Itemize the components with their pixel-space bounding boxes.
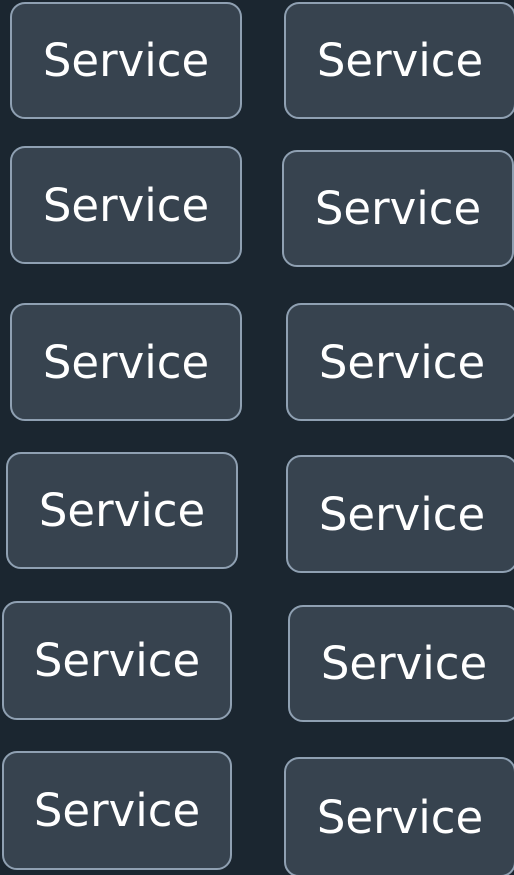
service-button-8[interactable]: Service	[286, 455, 514, 573]
service-button-3[interactable]: Service	[10, 146, 242, 264]
service-button-9[interactable]: Service	[2, 601, 232, 720]
service-button-2[interactable]: Service	[284, 2, 514, 119]
service-button-5[interactable]: Service	[10, 303, 242, 421]
service-button-7[interactable]: Service	[6, 452, 238, 569]
service-button-10[interactable]: Service	[288, 605, 514, 722]
service-button-6[interactable]: Service	[286, 303, 514, 421]
service-button-12[interactable]: Service	[284, 757, 514, 875]
service-button-1[interactable]: Service	[10, 2, 242, 119]
service-button-4[interactable]: Service	[282, 150, 514, 267]
service-button-11[interactable]: Service	[2, 751, 232, 870]
service-grid: Service Service Service Service Service …	[0, 0, 514, 875]
